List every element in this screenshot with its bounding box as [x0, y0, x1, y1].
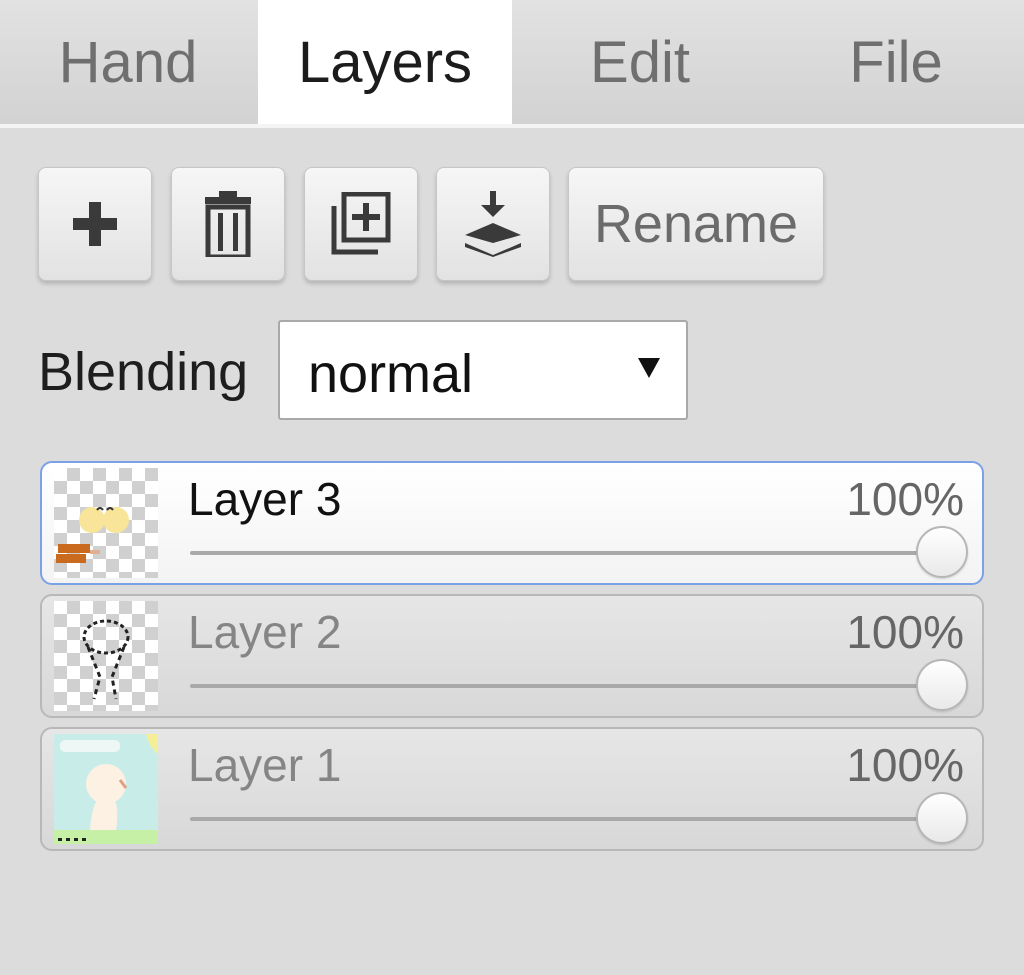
- slider-handle[interactable]: [916, 526, 968, 578]
- trash-icon: [205, 191, 251, 257]
- layer-thumbnail: [54, 734, 158, 844]
- layer-opacity-value: 100%: [846, 473, 964, 525]
- blending-value: normal: [308, 344, 474, 404]
- layer-opacity-slider[interactable]: [190, 523, 968, 583]
- layer-row[interactable]: Layer 1 100%: [40, 727, 984, 851]
- tab-bar: Hand Layers Edit File: [0, 0, 1024, 128]
- layer-thumbnail: [54, 601, 158, 711]
- layer-2-preview-image: [82, 619, 130, 700]
- plus-icon: [73, 202, 117, 246]
- layer-row[interactable]: Layer 2 100%: [40, 594, 984, 718]
- duplicate-layer-button[interactable]: [304, 167, 418, 281]
- layer-thumbnail: [54, 468, 158, 578]
- slider-track: [190, 817, 942, 821]
- tab-hand[interactable]: Hand: [0, 0, 256, 124]
- slider-handle[interactable]: [916, 659, 968, 711]
- blending-select[interactable]: normal: [278, 320, 688, 420]
- layer-row[interactable]: Layer 3 100%: [40, 461, 984, 585]
- merge-down-button[interactable]: [436, 167, 550, 281]
- layer-name: Layer 1: [188, 739, 342, 791]
- delete-layer-button[interactable]: [171, 167, 285, 281]
- tab-layers[interactable]: Layers: [258, 0, 512, 124]
- layer-opacity-slider[interactable]: [190, 789, 968, 849]
- slider-track: [190, 551, 942, 555]
- duplicate-icon: [331, 192, 391, 255]
- layer-3-preview-image: [56, 507, 129, 563]
- layer-opacity-value: 100%: [846, 606, 964, 658]
- blending-label: Blending: [38, 342, 249, 402]
- rename-layer-button[interactable]: Rename: [568, 167, 824, 281]
- merge-down-icon: [465, 191, 521, 257]
- slider-handle[interactable]: [916, 792, 968, 844]
- caret-down-icon: [638, 358, 660, 378]
- add-layer-button[interactable]: [38, 167, 152, 281]
- tab-edit[interactable]: Edit: [512, 0, 768, 124]
- layer-name: Layer 2: [188, 606, 342, 658]
- layer-opacity-value: 100%: [846, 739, 964, 791]
- layer-1-preview-image: [54, 734, 158, 844]
- layer-name: Layer 3: [188, 473, 342, 525]
- layer-opacity-slider[interactable]: [190, 656, 968, 716]
- tab-file[interactable]: File: [768, 0, 1024, 124]
- slider-track: [190, 684, 942, 688]
